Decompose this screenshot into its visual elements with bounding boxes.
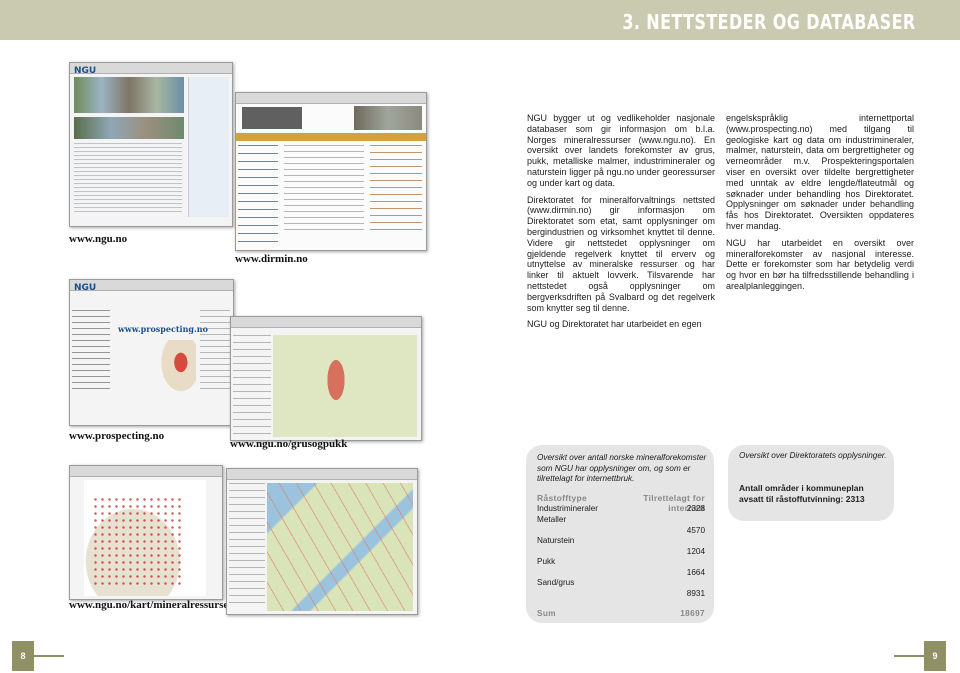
browser-toolbar — [231, 317, 421, 328]
mineral-screenshot — [69, 465, 223, 600]
dirmin-caption: www.dirmin.no — [235, 253, 308, 265]
row-type: Industrimineraler — [537, 504, 598, 513]
text-column-2: engelskspråklig internettportal (www.pro… — [726, 113, 914, 298]
row-type: Sand/grus — [537, 578, 575, 587]
regional-map-screenshot — [226, 468, 418, 615]
table-caption: Oversikt over antall norske mineralforek… — [537, 453, 707, 483]
row-type: Pukk — [537, 557, 556, 566]
banner-photo — [354, 106, 422, 130]
page-number-right: 9 — [924, 641, 946, 671]
header-bar: 3. NETTSTEDER OG DATABASER — [0, 0, 960, 40]
ngu-logo: NGU — [74, 283, 97, 293]
prospecting-screenshot: NGU www.prospecting.no — [69, 279, 234, 426]
paragraph: engelskspråklig internettportal (www.pro… — [726, 113, 914, 231]
ngu-logo: NGU — [74, 66, 97, 76]
section-title: 3. NETTSTEDER OG DATABASER — [622, 10, 916, 34]
row-value: 4570 — [686, 526, 705, 535]
dirmin-screenshot — [235, 92, 427, 251]
photo-strip — [74, 77, 184, 113]
photo-strip — [74, 117, 184, 139]
areas-count: Antall områder i kommuneplan avsatt til … — [739, 483, 865, 504]
browser-toolbar — [70, 466, 222, 477]
sum-label: Sum — [537, 609, 556, 618]
nav-menu — [236, 133, 426, 141]
right-panel — [370, 145, 422, 235]
left-menu — [238, 145, 278, 245]
news-text — [74, 143, 182, 213]
row-type: Naturstein — [537, 536, 575, 545]
paragraph: NGU bygger ut og vedlikeholder nasjonale… — [527, 113, 715, 188]
row-value: 2328 — [686, 504, 705, 513]
layer-list — [233, 335, 271, 435]
prospecting-caption: www.prospecting.no — [69, 430, 165, 442]
paragraph: NGU har utarbeidet en oversikt over mine… — [726, 237, 914, 291]
mineral-caption: www.ngu.no/kart/mineralressurser — [69, 599, 234, 611]
dirmin-logo — [242, 107, 302, 129]
norway-map — [158, 340, 196, 396]
content-text — [284, 145, 364, 235]
map-roads — [267, 483, 413, 611]
text-column-1: NGU bygger ut og vedlikeholder nasjonale… — [527, 113, 715, 336]
grusogpukk-screenshot — [230, 316, 422, 441]
row-value: 1204 — [686, 547, 705, 556]
browser-toolbar — [236, 93, 426, 104]
grusogpukk-caption: www.ngu.no/grusogpukk — [230, 438, 348, 450]
deposits-table-box: Oversikt over antall norske mineralforek… — [526, 445, 714, 623]
column-header: Råstofftype — [537, 493, 588, 503]
row-type: Metaller — [537, 515, 567, 524]
layer-list — [229, 483, 265, 603]
sum-value: 18697 — [680, 609, 705, 618]
page-number-left: 8 — [12, 641, 34, 671]
paragraph: Direktoratet for mineralforvaltnings net… — [527, 194, 715, 313]
box-caption: Oversikt over Direktoratets opplysninger… — [739, 451, 887, 460]
footer-rule-left — [34, 655, 64, 657]
footer-rule-right — [894, 655, 924, 657]
map-layer — [321, 345, 351, 415]
site-title: www.prospecting.no — [118, 324, 208, 334]
direktoratet-box: Oversikt over Direktoratets opplysninger… — [728, 445, 894, 521]
deposit-points — [92, 496, 182, 586]
left-menu — [72, 310, 110, 390]
right-panel — [200, 310, 230, 390]
ngu-screenshot: NGU — [69, 62, 233, 227]
paragraph: NGU og Direktoratet har utarbeidet en eg… — [527, 319, 702, 330]
ngu-caption: www.ngu.no — [69, 233, 128, 245]
sidebar-panel — [188, 77, 229, 217]
row-value: 8931 — [686, 589, 705, 598]
browser-toolbar — [227, 469, 417, 480]
row-value: 1664 — [686, 568, 705, 577]
